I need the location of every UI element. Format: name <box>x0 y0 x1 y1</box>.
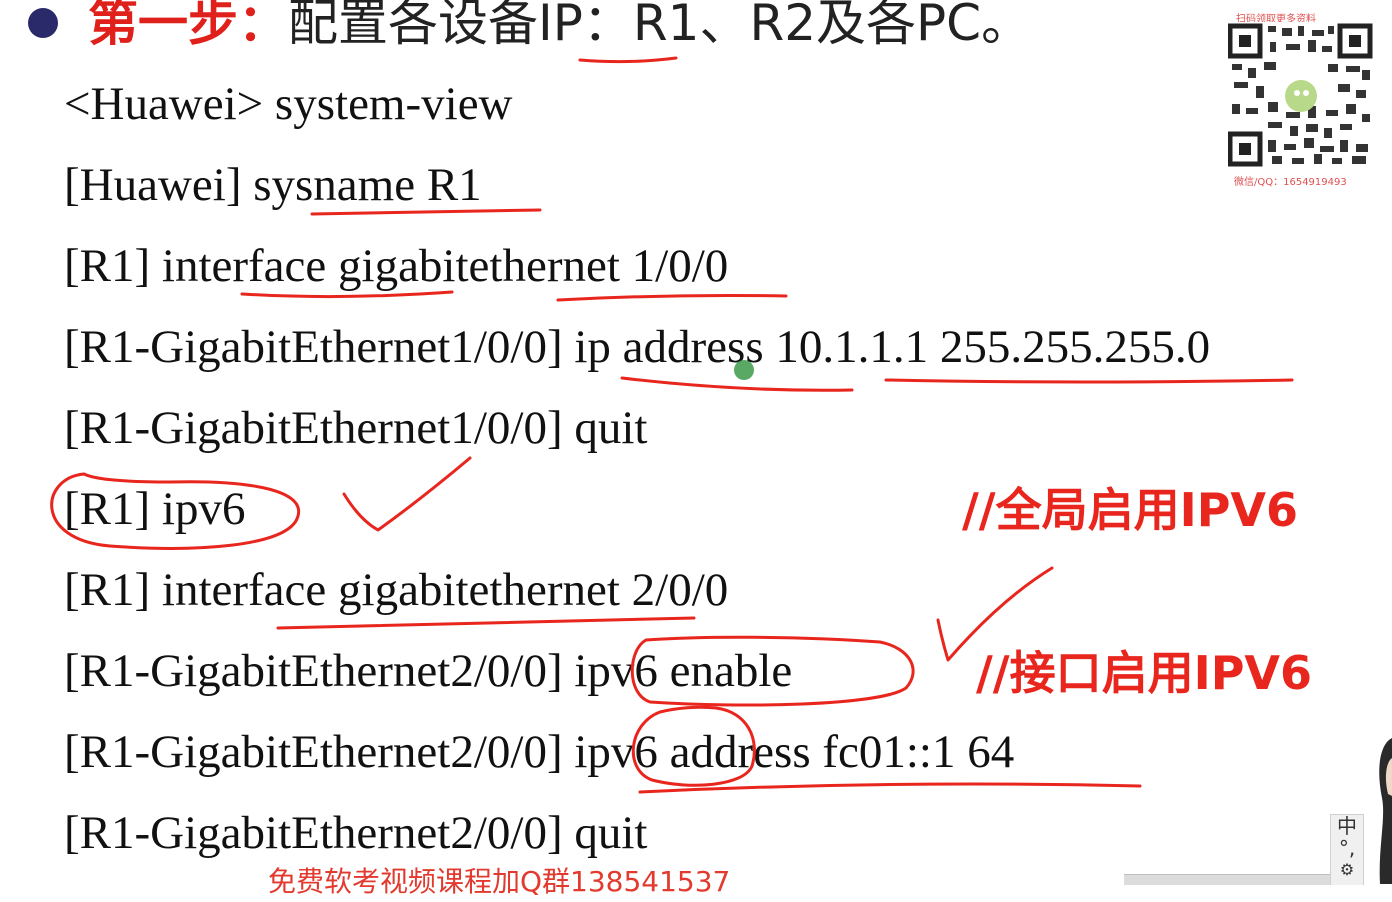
title-step: 第一步： <box>88 0 288 52</box>
ime-settings-icon[interactable]: ⚙ <box>1331 859 1363 881</box>
qr-bottom-text: 微信/QQ：1654919493 <box>1234 177 1347 188</box>
code-line-4: [R1-GigabitEthernet1/0/0] ip address 10.… <box>64 321 1211 373</box>
ime-mode-toggle[interactable]: 中 <box>1337 814 1357 838</box>
taskbar-strip <box>1124 874 1330 885</box>
slide-title: 第一步：配置各设备IP：R1、R2及各PC。 <box>88 0 1031 58</box>
check-global <box>342 456 472 532</box>
code-line-3: [R1] interface gigabitethernet 1/0/0 <box>64 240 729 292</box>
code-line-9: [R1-GigabitEthernet2/0/0] ipv6 address f… <box>64 726 1015 778</box>
underline-gigabit-1 <box>556 294 788 302</box>
code-line-6: [R1] ipv6 <box>64 483 246 535</box>
code-line-7: [R1] interface gigabitethernet 2/0/0 <box>64 564 729 616</box>
promo-text: 免费软考视频课程加Q群138541537 <box>268 865 731 898</box>
title-bullet <box>28 8 58 38</box>
ime-toolbar[interactable]: 中 °, ⚙ <box>1330 814 1364 885</box>
code-line-5: [R1-GigabitEthernet1/0/0] quit <box>64 402 648 454</box>
underline-ipv6-address <box>638 782 1142 794</box>
qr-code-image <box>1228 22 1374 168</box>
comment-interface-ipv6: //接口启用IPV6 <box>976 646 1313 700</box>
ime-punctuation-toggle[interactable]: °, <box>1339 836 1355 860</box>
code-line-10: [R1-GigabitEthernet2/0/0] quit <box>64 807 648 859</box>
code-line-2: [Huawei] sysname R1 <box>64 159 482 211</box>
underline-ip-value <box>884 378 1294 384</box>
code-line-1: <Huawei> system-view <box>64 78 513 130</box>
code-line-8: [R1-GigabitEthernet2/0/0] ipv6 enable <box>64 645 793 697</box>
comment-global-ipv6: //全局启用IPV6 <box>962 483 1299 537</box>
title-rest: 配置各设备IP：R1、R2及各PC。 <box>288 0 1032 52</box>
underline-ip-address <box>620 376 854 392</box>
presenter-avatar <box>1372 738 1392 884</box>
underline-title-ip <box>578 56 678 64</box>
